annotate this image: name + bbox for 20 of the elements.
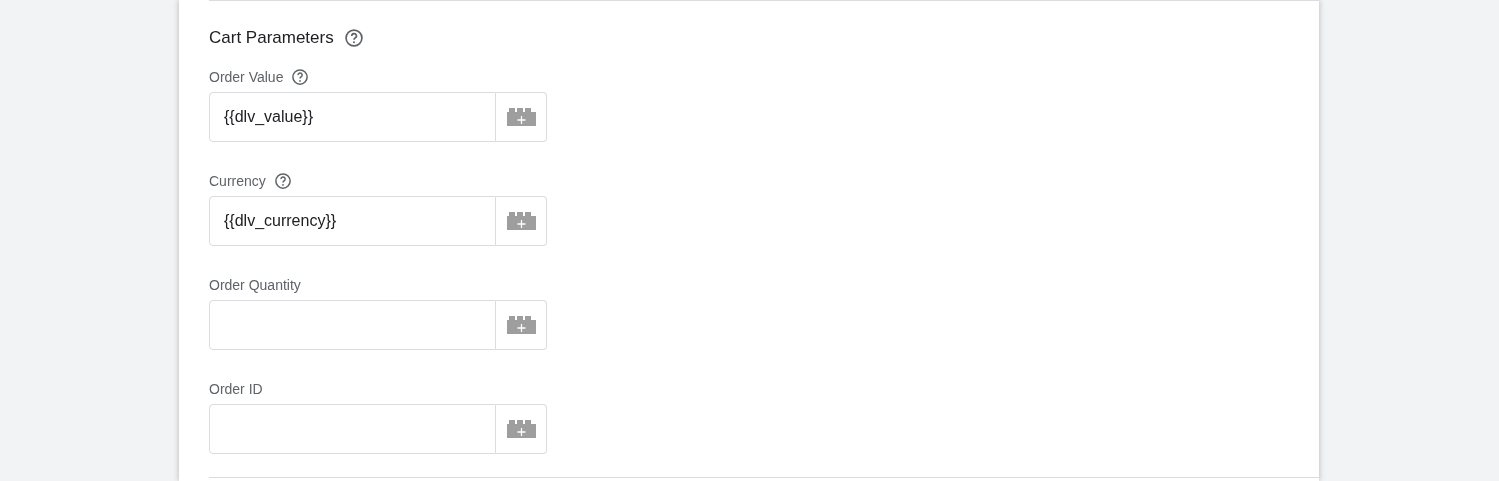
field-label: Order Quantity [209,277,301,293]
field-label: Currency [209,173,266,189]
help-icon[interactable] [273,172,292,190]
section-title: Cart Parameters [209,28,334,48]
add-variable-icon [506,108,536,126]
field-label: Order ID [209,381,263,397]
variable-picker-button[interactable] [496,300,547,350]
help-icon[interactable] [291,68,310,86]
input-field[interactable] [209,404,496,454]
input-field[interactable]: {{dlv_value}} [209,92,496,142]
field-label: Order Value [209,69,284,85]
input-field[interactable] [209,300,496,350]
add-variable-icon [506,420,536,438]
add-variable-icon [506,212,536,230]
add-variable-icon [506,316,536,334]
variable-picker-button[interactable] [496,196,547,246]
variable-picker-button[interactable] [496,92,547,142]
variable-picker-button[interactable] [496,404,547,454]
help-icon[interactable] [343,28,364,48]
input-field[interactable]: {{dlv_currency}} [209,196,496,246]
